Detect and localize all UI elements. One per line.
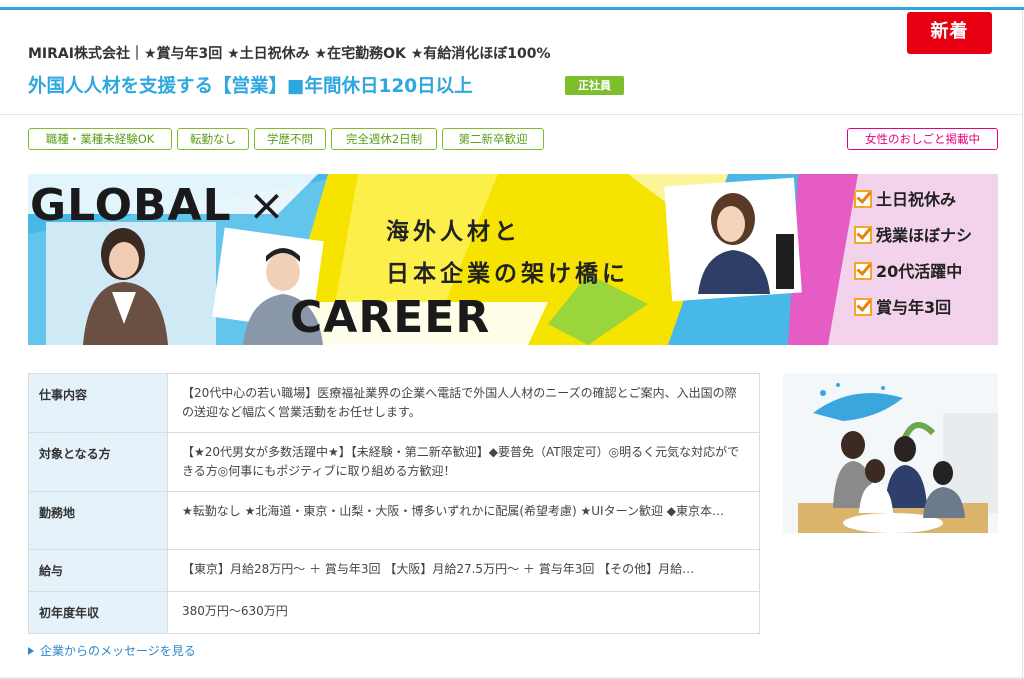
banner-point: 20代活躍中	[848, 258, 998, 286]
office-photo	[783, 373, 998, 533]
detail-value: 【★20代男女が多数活躍中★】【未経験・第二新卒歓迎】◆要普免（AT限定可）◎明…	[167, 432, 760, 492]
banner-point: 土日祝休み	[848, 186, 998, 214]
banner-title-global: GLOBAL ×	[30, 180, 286, 231]
banner-catch-line2: 日本企業の架け橋に	[386, 261, 629, 287]
employment-type-badge: 正社員	[565, 76, 624, 95]
header-divider	[0, 114, 1022, 115]
checkbox-icon	[854, 226, 872, 244]
checkbox-icon	[854, 190, 872, 208]
checkbox-icon	[854, 262, 872, 280]
table-row: 仕事内容 【20代中心の若い職場】医療福祉業界の企業へ電話で外国人人材のニーズの…	[28, 373, 760, 433]
detail-label: 対象となる方	[28, 432, 168, 492]
detail-label: 仕事内容	[28, 373, 168, 433]
detail-label: 初年度年収	[28, 591, 168, 634]
table-row: 給与 【東京】月給28万円～ ＋ 賞与年3回 【大阪】月給27.5万円～ ＋ 賞…	[28, 549, 760, 592]
detail-value: 380万円～630万円	[167, 591, 760, 634]
banner-point: 残業ほぼナシ	[848, 222, 998, 250]
triangle-right-icon	[28, 647, 34, 655]
banner-catch-line1: 海外人材と	[386, 219, 521, 245]
table-row: 初年度年収 380万円～630万円	[28, 591, 760, 634]
job-title[interactable]: 外国人人材を支援する【営業】■年間休日120日以上	[28, 72, 473, 98]
job-banner-image[interactable]: GLOBAL × CAREER 海外人材と 日本企業の架け橋に 土日祝休み 残業…	[28, 174, 998, 345]
new-badge: 新着	[907, 12, 992, 54]
checkbox-icon	[854, 298, 872, 316]
tag-no-transfer: 転勤なし	[177, 128, 249, 150]
tag-women-jobs: 女性のおしごと掲載中	[847, 128, 998, 150]
detail-value: ★転勤なし ★北海道・東京・山梨・大阪・博多いずれかに配属(希望考慮) ★UIタ…	[167, 491, 760, 550]
tag-no-education: 学歴不問	[254, 128, 326, 150]
tag-no-experience: 職種・業種未経験OK	[28, 128, 172, 150]
detail-label: 給与	[28, 549, 168, 592]
detail-label: 勤務地	[28, 491, 168, 550]
company-message-link[interactable]: 企業からのメッセージを見る	[28, 642, 196, 659]
company-name: MIRAI株式会社｜★賞与年3回 ★土日祝休み ★在宅勤務OK ★有給消化ほぼ1…	[28, 46, 551, 62]
banner-title-career: CAREER	[290, 292, 491, 343]
job-details-table: 仕事内容 【20代中心の若い職場】医療福祉業界の企業へ電話で外国人人材のニーズの…	[28, 373, 760, 634]
table-row: 対象となる方 【★20代男女が多数活躍中★】【未経験・第二新卒歓迎】◆要普免（A…	[28, 432, 760, 492]
office-photo-graphic	[783, 373, 998, 533]
banner-point: 賞与年3回	[848, 294, 998, 322]
tag-second-grad: 第二新卒歓迎	[442, 128, 544, 150]
table-row: 勤務地 ★転勤なし ★北海道・東京・山梨・大阪・博多いずれかに配属(希望考慮) …	[28, 491, 760, 550]
tag-weekends-off: 完全週休2日制	[331, 128, 437, 150]
detail-value: 【20代中心の若い職場】医療福祉業界の企業へ電話で外国人人材のニーズの確認とご案…	[167, 373, 760, 433]
detail-value: 【東京】月給28万円～ ＋ 賞与年3回 【大阪】月給27.5万円～ ＋ 賞与年3…	[167, 549, 760, 592]
